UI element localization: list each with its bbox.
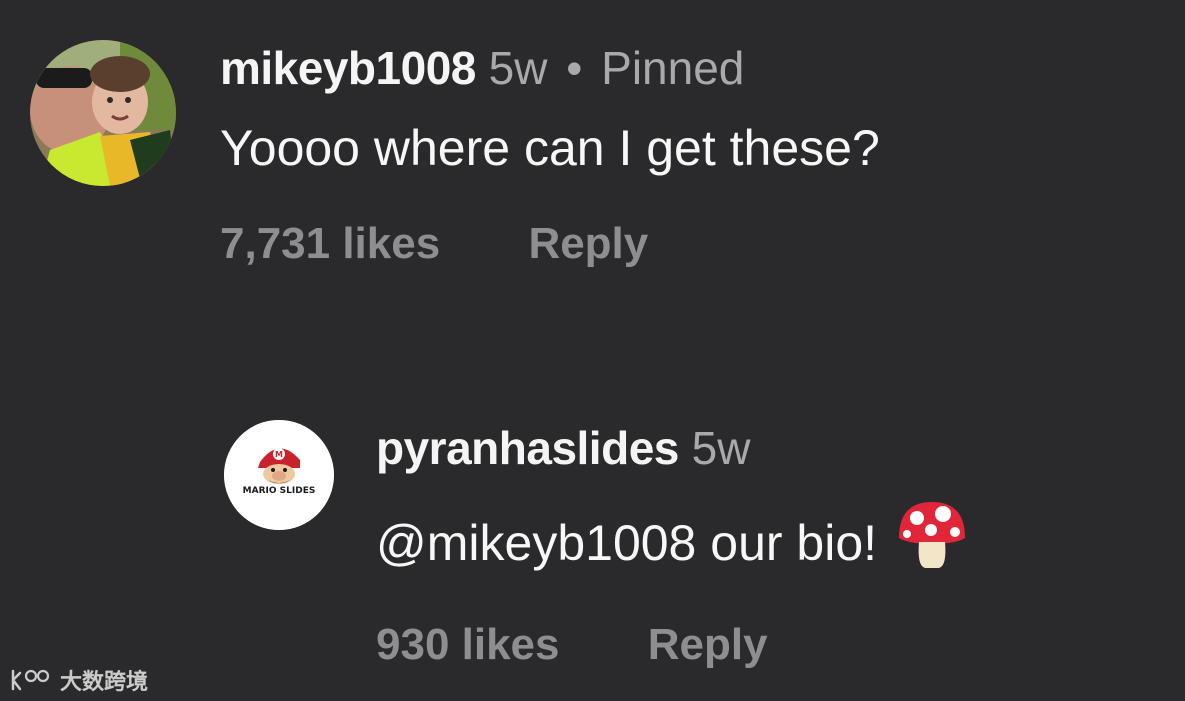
username[interactable]: pyranhaslides: [376, 422, 679, 474]
likes-count[interactable]: 930 likes: [376, 619, 560, 671]
separator-dot: •: [566, 42, 583, 94]
avatar[interactable]: M MARIO SLIDES: [224, 420, 334, 530]
reply-button[interactable]: Reply: [648, 619, 768, 671]
comment-age: 5w: [691, 422, 751, 474]
comment-text-body: our bio!: [696, 515, 878, 571]
user-photo-icon: [30, 40, 176, 186]
likes-count[interactable]: 7,731 likes: [220, 218, 440, 270]
comment-body: mikeyb1008 5w • Pinned Yoooo where can I…: [220, 40, 880, 270]
comment-text: Yoooo where can I get these?: [220, 120, 880, 176]
mention-link[interactable]: @mikeyb1008: [376, 515, 696, 571]
comment-actions: 930 likes Reply: [376, 619, 969, 671]
mario-slides-logo-icon: M: [224, 420, 334, 530]
pinned-label: Pinned: [601, 42, 745, 94]
username[interactable]: mikeyb1008: [220, 42, 476, 94]
comment-header: pyranhaslides 5w: [376, 420, 969, 476]
svg-text:M: M: [275, 450, 283, 459]
logo-text: MARIO SLIDES: [242, 486, 316, 496]
watermark-logo-icon: [11, 669, 50, 691]
comment-body: pyranhaslides 5w @mikeyb1008 our bio! 93…: [376, 420, 969, 671]
comment-actions: 7,731 likes Reply: [220, 218, 880, 270]
comment-age: 5w: [488, 42, 548, 94]
comment-text: @mikeyb1008 our bio!: [376, 500, 969, 583]
reply-button[interactable]: Reply: [528, 218, 648, 270]
comment-header: mikeyb1008 5w • Pinned: [220, 40, 880, 96]
mushroom-emoji-icon: [895, 500, 969, 583]
watermark: 大数跨境: [10, 664, 148, 696]
avatar[interactable]: [30, 40, 176, 186]
watermark-text: 大数跨境: [60, 669, 149, 694]
